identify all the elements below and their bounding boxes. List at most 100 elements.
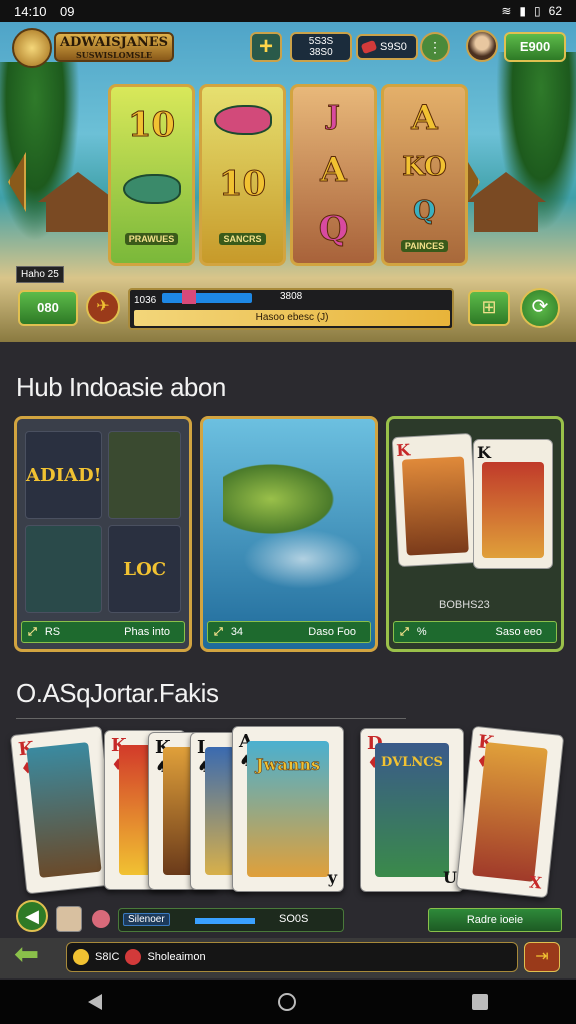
progress-label: 1036: [134, 294, 157, 306]
jackpot-progress-panel: 1036 3808 Hasoo ebesc (J): [128, 288, 454, 330]
card-art-label: Jwanns: [256, 755, 320, 775]
arrow-icon: ⤢: [400, 625, 409, 638]
reel-symbol: 10: [127, 105, 176, 146]
reel-symbol: A: [411, 98, 438, 139]
game-card-1[interactable]: ADIAD! LOC ⤢ RS Phas into: [14, 416, 192, 652]
status-time: 14:10: [14, 3, 47, 19]
action-button[interactable]: Radre ioeie: [428, 908, 562, 932]
signal-icon: ▮: [519, 4, 527, 18]
reel-label: SANCRS: [219, 232, 266, 245]
card-art: Jwanns: [247, 741, 329, 877]
menu-button[interactable]: ⋮: [420, 32, 450, 62]
game-card-art: ADIAD! LOC: [25, 431, 181, 613]
level-value: SO0S: [279, 913, 309, 925]
card-art: [26, 742, 102, 878]
playing-card-5[interactable]: A ♠ Jwanns y: [232, 726, 344, 892]
reel-symbol: J: [327, 100, 340, 131]
art-tile: LOC: [108, 525, 181, 613]
card-art-label: DVLNCS: [381, 755, 443, 770]
nav-home-icon[interactable]: [278, 993, 296, 1011]
reel-4: A KO Q PAINCES: [381, 84, 468, 266]
spin-refresh-icon[interactable]: ⟳: [520, 288, 560, 328]
back-button[interactable]: ◀: [16, 900, 48, 932]
plane-icon[interactable]: ✈: [86, 290, 120, 324]
game-logo: ADWAISJANES SUSWISLOMSLE: [54, 32, 174, 62]
level-progress: Silenoer SO0S: [118, 908, 344, 932]
card-footer: ⤢ 34 Daso Foo: [207, 621, 371, 643]
card-footer: ⤢ % Saso eeo: [393, 621, 557, 643]
player-avatar[interactable]: [466, 30, 498, 62]
top-bar: ADWAISJANES SUSWISLOMSLE + 5S3S 38S0 S9S…: [0, 26, 576, 68]
reel-symbol: Q: [318, 209, 349, 250]
card-footer-right: Phas into: [124, 626, 170, 638]
card-footer-left: RS: [44, 626, 61, 638]
wifi-icon: ≋: [501, 4, 512, 18]
featured-games-row: ADIAD! LOC ⤢ RS Phas into ⤢ 34 Daso Foo …: [14, 416, 564, 652]
battery-level: 62: [548, 4, 562, 18]
card-footer-right: Daso Foo: [308, 626, 356, 638]
chat-text: Sholeaimon: [147, 951, 206, 963]
parrot-symbol-icon: [213, 105, 272, 136]
back-arrow-icon[interactable]: ⬅: [14, 940, 54, 972]
nav-back-icon[interactable]: [88, 994, 102, 1010]
coin-chip-icon: [73, 949, 89, 965]
balance-button[interactable]: E900: [504, 32, 566, 62]
section-divider: [16, 718, 406, 719]
score-box: 5S3S 38S0: [290, 32, 352, 62]
bet-button[interactable]: 080: [18, 290, 78, 326]
status-carrier: 09: [60, 3, 75, 19]
card-footer-left: %: [416, 626, 427, 638]
playing-card: K: [473, 439, 553, 569]
game-card-3[interactable]: K K BOBHS23 ⤢ % Saso eeo: [386, 416, 564, 652]
reel-symbol: KO: [402, 152, 448, 183]
red-chip-icon: [125, 949, 142, 965]
spin-info-bar: Hasoo ebesc (J): [134, 310, 450, 326]
reel-2: 10 SANCRS: [199, 84, 286, 266]
status-bar: 14:10 09 ≋ ▮ ▯ 62: [0, 0, 576, 22]
status-icons: ≋ ▮ ▯ 62: [501, 4, 562, 18]
bet-small-label: Haho 25: [16, 266, 64, 283]
progress-bar: [162, 293, 252, 303]
reel-1: 10 PRAWUES: [108, 84, 195, 266]
reel-symbol: A: [320, 149, 347, 190]
chat-bar[interactable]: S8IC Sholeaimon: [66, 942, 518, 972]
card-footer-left: 34: [230, 626, 244, 638]
art-tile-parrot: [108, 431, 181, 519]
logo-title: ADWAISJANES: [59, 35, 169, 50]
reel-symbol: 10: [218, 163, 267, 204]
card-footer-right: Saso eeo: [495, 626, 542, 638]
card-art: DVLNCS: [375, 743, 449, 877]
gift-icon[interactable]: [92, 910, 110, 928]
playing-card-6[interactable]: D ♦ DVLNCS U: [360, 728, 464, 892]
card-footer: ⤢ RS Phas into: [21, 621, 185, 643]
score-value: 38S0: [309, 47, 333, 58]
card-rank: K: [477, 443, 491, 462]
water-splash: [243, 529, 363, 589]
card-bottom-rank: X: [528, 872, 543, 893]
playing-card-1[interactable]: K ♦: [9, 725, 119, 895]
friend-avatar[interactable]: [56, 906, 82, 932]
battery-icon: ▯: [534, 4, 541, 18]
nav-recent-icon[interactable]: [472, 994, 488, 1010]
ruby-icon: [360, 39, 378, 55]
exit-icon[interactable]: ⇥: [524, 942, 560, 972]
section-title-cards: O.ASqJortar.Fakis: [16, 678, 219, 708]
arrow-icon: ⤢: [28, 625, 37, 638]
art-tile: ADIAD!: [25, 431, 103, 519]
art-tile-fish: [25, 525, 103, 613]
android-nav-bar: [0, 980, 576, 1024]
fish-symbol-icon: [122, 173, 181, 204]
card-rank: K: [395, 440, 411, 460]
section-title-featured: Hub Indoasie abon: [16, 372, 226, 402]
card-art: [205, 747, 235, 875]
gem-value: S9S0: [380, 41, 407, 53]
progress-value: 3808: [280, 291, 303, 302]
level-progress-fill: [195, 918, 255, 924]
reel-label: PAINCES: [400, 240, 449, 252]
arrow-icon: ⤢: [214, 625, 223, 638]
game-card-2[interactable]: ⤢ 34 Daso Foo: [200, 416, 378, 652]
bass-fish-image: [223, 459, 343, 539]
paytable-button[interactable]: ⊞: [468, 290, 510, 326]
add-button[interactable]: +: [250, 32, 282, 62]
playing-card-7[interactable]: K ♦ X: [455, 725, 565, 899]
